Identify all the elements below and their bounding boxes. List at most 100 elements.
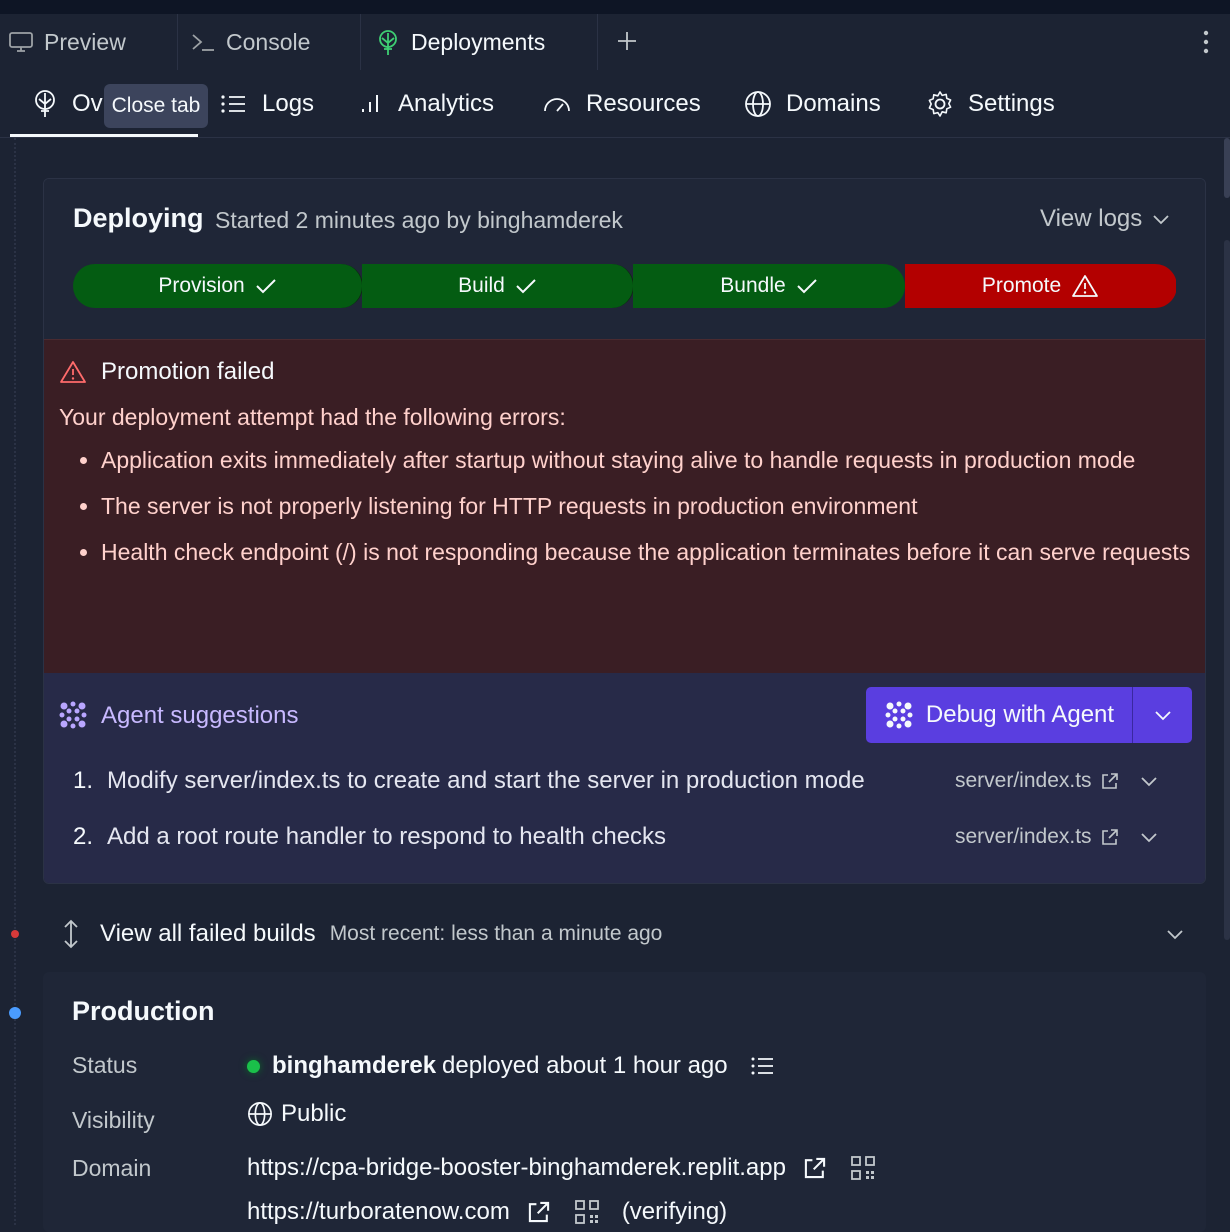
agent-suggestions-title: Agent suggestions — [101, 702, 299, 729]
view-failed-builds-row[interactable]: View all failed builds Most recent: less… — [60, 912, 1200, 956]
suggestion-number: 2. — [73, 823, 94, 850]
error-intro: Your deployment attempt had the followin… — [59, 404, 566, 430]
terminal-icon — [190, 30, 216, 54]
warning-icon — [1071, 274, 1099, 298]
subnav-resources[interactable]: Resources — [542, 70, 701, 137]
deploy-status: Deploying — [73, 203, 204, 233]
external-link-icon[interactable] — [802, 1155, 828, 1181]
qr-code-icon[interactable] — [850, 1155, 876, 1181]
deploy-steps: Provision Build Bundle Promote — [73, 264, 1177, 308]
visibility-value: Public — [247, 1100, 346, 1128]
suggestion-item: 2. Add a root route handler to respond t… — [73, 823, 666, 851]
step-bundle: Bundle — [633, 264, 905, 308]
globe-icon — [247, 1101, 273, 1127]
tab-console[interactable]: Console — [190, 14, 310, 70]
subnav-settings[interactable]: Settings — [926, 70, 1055, 137]
more-options-icon[interactable] — [1196, 28, 1216, 56]
deployment-card: Deploying Started 2 minutes ago by bingh… — [43, 178, 1206, 884]
status-value: binghamderek deployed about 1 hour ago — [247, 1052, 776, 1080]
chevron-down-icon — [1154, 709, 1172, 721]
production-title: Production — [72, 996, 215, 1026]
agent-suggestions-box: Agent suggestions Debug with Agent 1. Mo… — [44, 673, 1205, 883]
subnav-overview[interactable]: Ov — [32, 70, 103, 137]
deployments-icon — [32, 89, 58, 119]
status-label: Status — [72, 1052, 138, 1078]
error-list: Application exits immediately after star… — [59, 440, 1205, 578]
suggestion-text: Modify server/index.ts to create and sta… — [107, 767, 865, 794]
list-icon[interactable] — [750, 1055, 776, 1077]
domain-label: Domain — [72, 1155, 152, 1181]
close-tab-tooltip: Close tab — [104, 84, 208, 128]
scrollbar-track — [1224, 138, 1230, 198]
expand-vertical-icon — [60, 918, 82, 950]
domain-link[interactable]: https://cpa-bridge-booster-binghamderek.… — [247, 1154, 786, 1182]
step-label: Build — [458, 274, 505, 297]
subnav-label: Ov — [72, 89, 103, 117]
step-label: Promote — [981, 274, 1062, 297]
warning-icon — [59, 360, 87, 384]
chevron-down-icon[interactable] — [1140, 775, 1158, 787]
tab-bar: Preview Console Deployments — [0, 14, 1230, 71]
suggestion-file-link[interactable]: server/index.ts — [955, 825, 1158, 849]
step-label: Provision — [158, 274, 245, 297]
domain-link[interactable]: https://turboratenow.com — [247, 1198, 510, 1226]
status-text: deployed about 1 hour ago — [442, 1052, 728, 1079]
deployment-header: Deploying Started 2 minutes ago by bingh… — [44, 179, 1205, 339]
scrollbar-thumb[interactable] — [1224, 240, 1230, 940]
list-icon — [220, 92, 248, 116]
subnav-label: Analytics — [398, 89, 495, 117]
file-name: server/index.ts — [955, 769, 1092, 792]
production-card: Production Status binghamderek deployed … — [43, 972, 1206, 1232]
agent-icon — [884, 700, 914, 730]
visibility-text: Public — [281, 1100, 347, 1127]
subnav-label: Resources — [586, 89, 701, 117]
chevron-down-icon — [1166, 928, 1184, 940]
suggestion-text: Add a root route handler to respond to h… — [107, 823, 667, 850]
subnav-label: Domains — [786, 89, 881, 117]
gear-icon — [926, 90, 954, 118]
domain-row: https://cpa-bridge-booster-binghamderek.… — [247, 1154, 876, 1182]
chevron-down-icon[interactable] — [1140, 831, 1158, 843]
domain-row: https://turboratenow.com (verifying) — [247, 1198, 727, 1226]
timeline-dot-production — [9, 1007, 21, 1019]
error-item: The server is not properly listening for… — [101, 486, 1205, 526]
timeline-line — [14, 138, 16, 1225]
new-tab-plus-icon[interactable] — [614, 28, 640, 54]
visibility-label: Visibility — [72, 1107, 155, 1133]
status-indicator — [247, 1059, 260, 1073]
promotion-error-box: Promotion failed Your deployment attempt… — [44, 339, 1205, 674]
agent-icon — [58, 700, 88, 730]
error-title: Promotion failed — [101, 358, 275, 385]
globe-icon — [744, 90, 772, 118]
file-name: server/index.ts — [955, 825, 1092, 848]
debug-options-dropdown[interactable] — [1133, 687, 1192, 743]
external-link-icon — [1100, 827, 1120, 847]
gauge-icon — [542, 92, 572, 116]
qr-code-icon[interactable] — [574, 1199, 600, 1225]
subnav-domains[interactable]: Domains — [744, 70, 881, 137]
deployments-icon — [375, 29, 401, 57]
suggestion-file-link[interactable]: server/index.ts — [955, 769, 1158, 793]
debug-with-agent-main[interactable]: Debug with Agent — [866, 687, 1133, 743]
view-logs-button[interactable]: View logs — [1040, 205, 1170, 233]
monitor-icon — [8, 30, 34, 54]
subnav-analytics[interactable]: Analytics — [358, 70, 494, 137]
checkmark-icon — [796, 277, 818, 295]
timeline-dot-failed — [11, 930, 19, 938]
bar-chart-icon — [358, 92, 384, 116]
chevron-down-icon — [1152, 213, 1170, 225]
subnav-label: Logs — [262, 89, 315, 117]
tab-deployments[interactable]: Deployments — [360, 14, 598, 71]
step-promote: Promote — [905, 264, 1176, 308]
tab-label: Preview — [44, 28, 126, 55]
tab-preview[interactable]: Preview — [8, 14, 126, 70]
subnav-logs[interactable]: Logs — [220, 70, 314, 137]
external-link-icon[interactable] — [526, 1199, 552, 1225]
checkmark-icon — [515, 277, 537, 295]
tab-label: Deployments — [411, 29, 546, 55]
failed-builds-recent: Most recent: less than a minute ago — [329, 922, 663, 945]
tab-divider — [177, 14, 178, 70]
window-top-strip — [0, 0, 1230, 14]
external-link-icon — [1100, 771, 1120, 791]
error-item: Health check endpoint (/) is not respond… — [101, 532, 1205, 572]
